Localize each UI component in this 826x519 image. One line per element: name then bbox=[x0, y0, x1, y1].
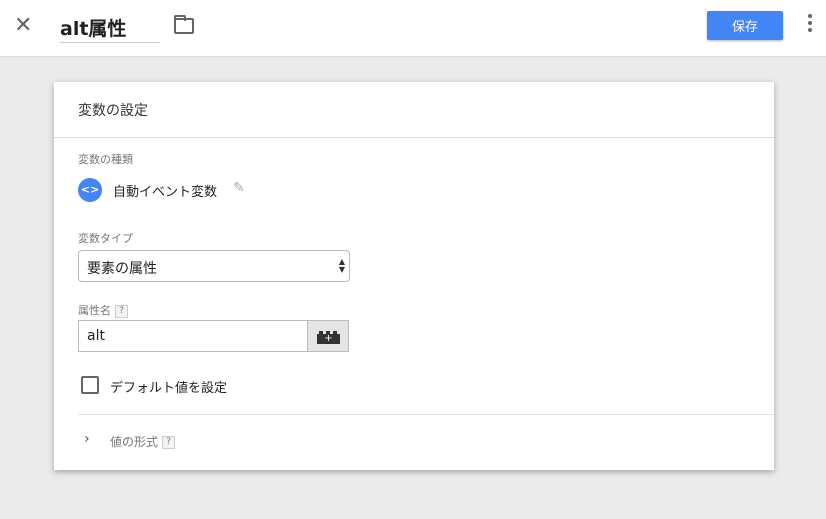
help-icon[interactable]: ? bbox=[162, 436, 176, 449]
value-format-section[interactable]: 値の形式? bbox=[110, 433, 176, 450]
variable-type-select[interactable]: 要素の属性 ▲ ▼ bbox=[78, 250, 350, 282]
top-bar: ✕ alt属性 保存 bbox=[0, 0, 826, 57]
select-value: 要素の属性 bbox=[87, 261, 157, 277]
format-label: 値の形式 bbox=[110, 435, 159, 449]
save-button[interactable]: 保存 bbox=[707, 11, 783, 40]
default-value-label: デフォルト値を設定 bbox=[110, 381, 228, 396]
variable-config-card: 変数の設定 変数の種類 <> 自動イベント変数 ✎ 変数タイプ 要素の属性 ▲ ▼ … bbox=[54, 82, 774, 470]
variable-name-input[interactable]: alt属性 bbox=[60, 14, 160, 43]
default-value-checkbox[interactable] bbox=[81, 376, 99, 394]
divider bbox=[54, 137, 774, 138]
more-options-icon[interactable] bbox=[805, 14, 815, 36]
help-icon[interactable]: ? bbox=[115, 304, 128, 318]
variable-brick-icon: + bbox=[317, 331, 340, 344]
attr-label-text: 属性名 bbox=[78, 304, 111, 317]
variable-kind-name[interactable]: 自動イベント変数 bbox=[113, 181, 217, 200]
var-type-label: 変数タイプ bbox=[78, 232, 133, 245]
edit-pencil-icon[interactable]: ✎ bbox=[233, 180, 245, 196]
attribute-name-label: 属性名? bbox=[78, 302, 128, 318]
divider bbox=[78, 414, 774, 415]
chevron-right-icon[interactable]: › bbox=[84, 431, 90, 447]
attribute-name-input[interactable]: alt bbox=[78, 320, 308, 352]
close-icon[interactable]: ✕ bbox=[14, 14, 32, 38]
card-title: 変数の設定 bbox=[78, 103, 148, 119]
select-arrows-icon: ▲ ▼ bbox=[338, 257, 345, 274]
code-icon: <> bbox=[78, 178, 102, 202]
insert-variable-button[interactable]: + bbox=[307, 320, 349, 352]
folder-icon[interactable] bbox=[174, 15, 194, 34]
variable-type-section-label: 変数の種類 bbox=[78, 153, 133, 166]
